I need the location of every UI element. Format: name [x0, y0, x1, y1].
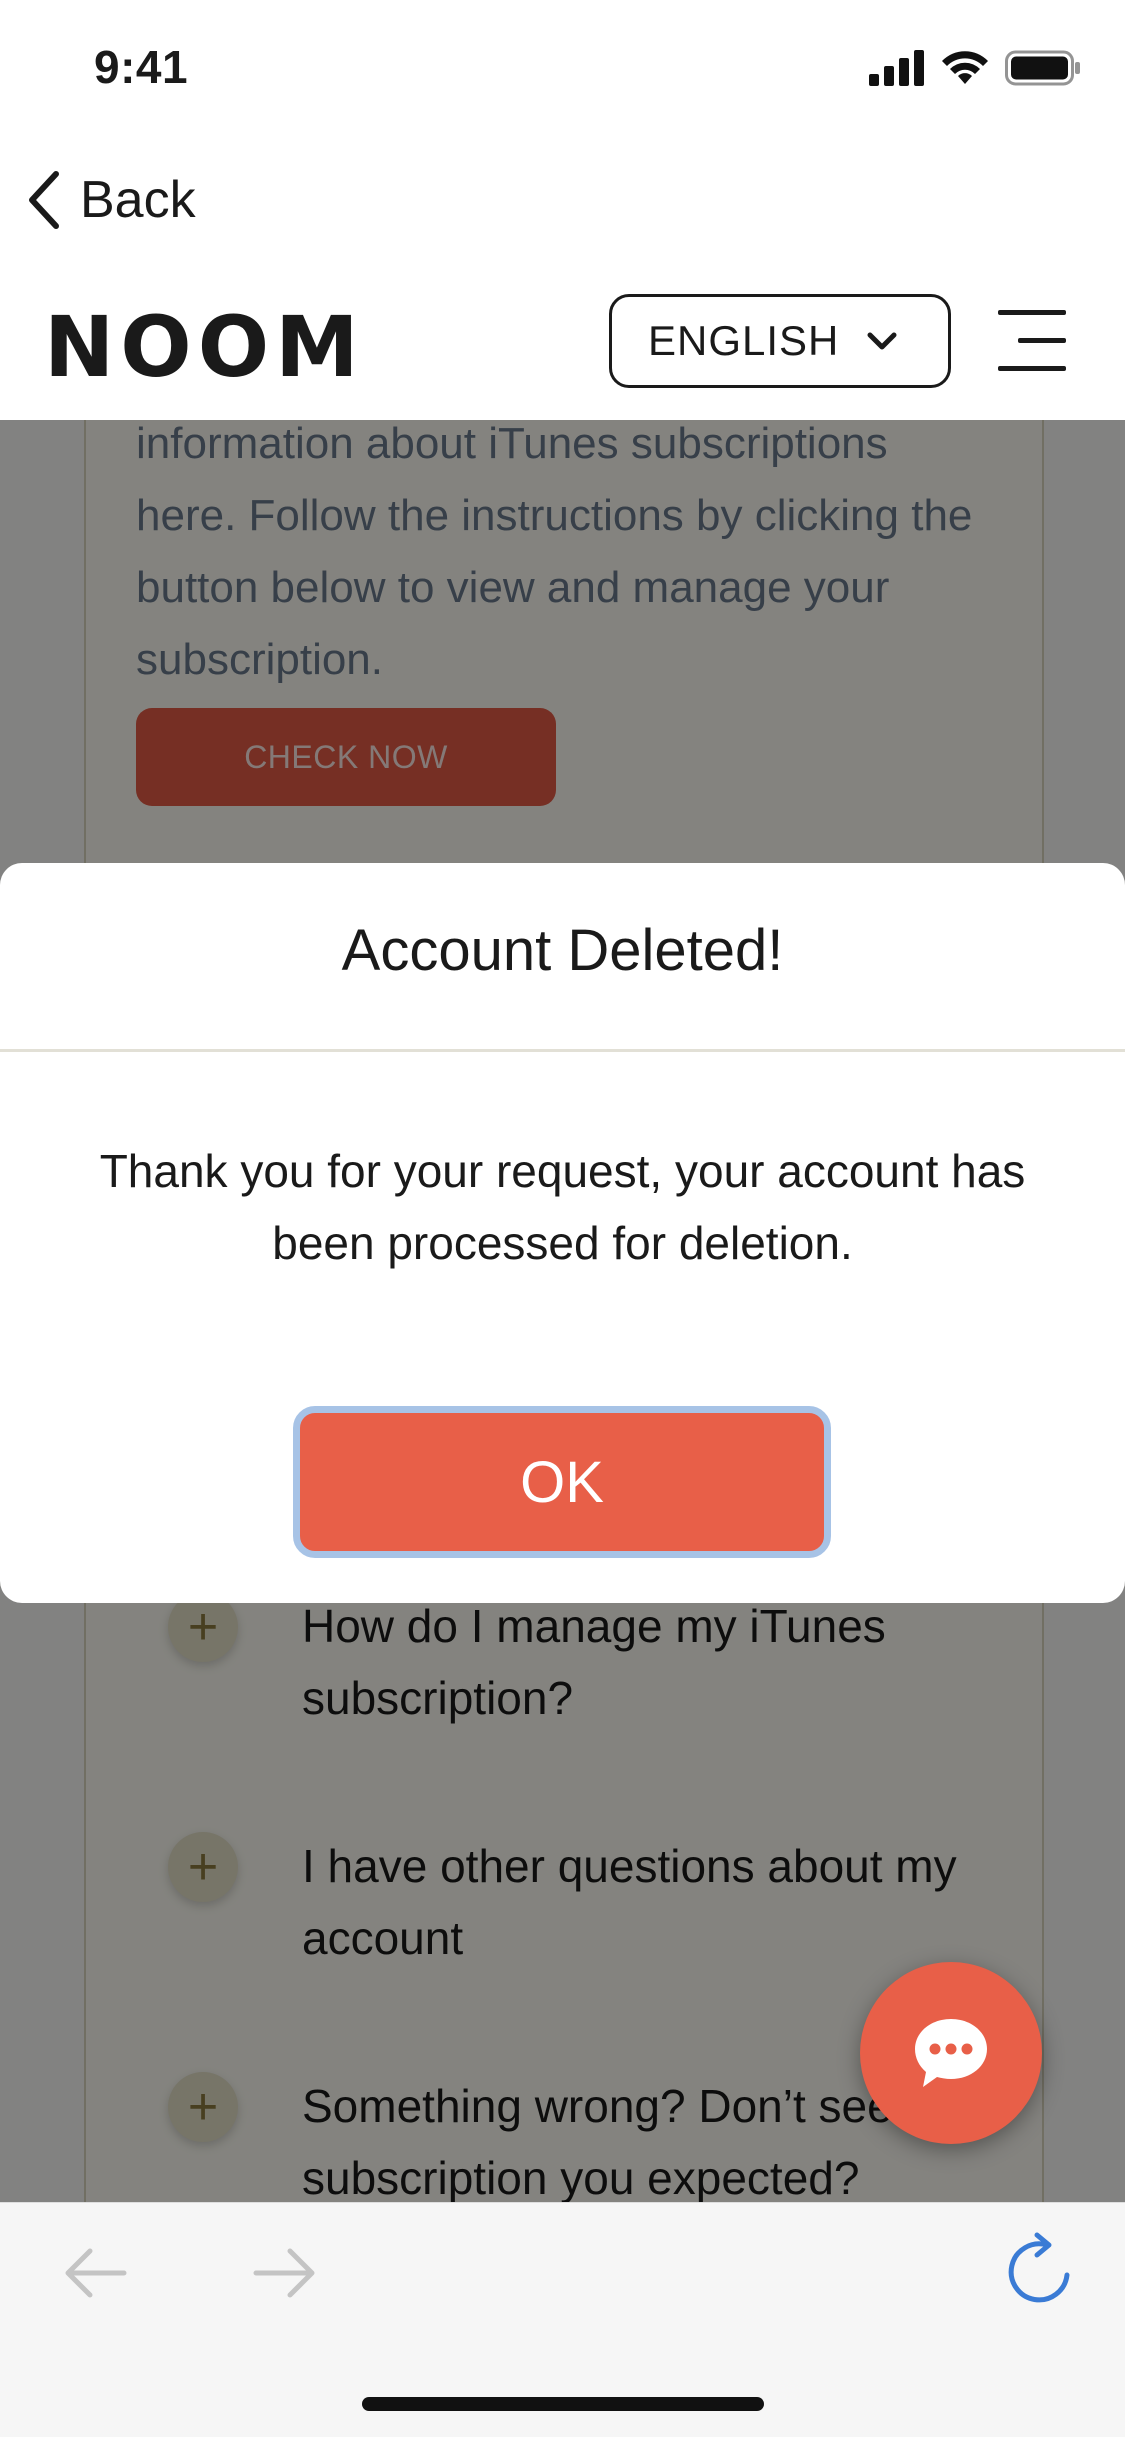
dialog-message: Thank you for your request, your account… — [99, 1145, 1026, 1269]
site-header: NOOM ENGLISH — [0, 260, 1125, 420]
status-bar: 9:41 — [0, 0, 1125, 140]
ok-button[interactable]: OK — [293, 1406, 831, 1558]
arrow-right-icon — [253, 2248, 315, 2298]
dialog-divider — [0, 1049, 1125, 1052]
battery-icon — [1005, 50, 1080, 86]
chevron-left-icon — [29, 171, 59, 229]
menu-line — [998, 310, 1066, 315]
account-deleted-dialog: Account Deleted! Thank you for your requ… — [0, 863, 1125, 1603]
browser-reload-button[interactable] — [1003, 2231, 1075, 2311]
noom-logo[interactable]: NOOM — [44, 298, 365, 396]
language-label: ENGLISH — [648, 317, 840, 364]
home-indicator — [362, 2397, 764, 2411]
back-label: Back — [80, 171, 196, 229]
hamburger-menu-button[interactable] — [998, 310, 1070, 372]
back-button[interactable]: Back — [22, 160, 196, 240]
signal-icon — [869, 50, 924, 86]
chevron-down-icon — [867, 332, 897, 350]
status-icons — [869, 50, 1081, 86]
chat-bubble-icon — [915, 2019, 987, 2087]
reload-icon — [1008, 2232, 1070, 2303]
arrow-left-icon — [65, 2248, 127, 2298]
chat-button[interactable] — [860, 1962, 1042, 2144]
navigation-row: Back — [0, 140, 1125, 260]
status-time: 9:41 — [94, 41, 189, 93]
menu-line — [1018, 338, 1066, 343]
language-select[interactable]: ENGLISH — [609, 294, 951, 388]
wifi-icon — [942, 51, 988, 84]
menu-line — [998, 366, 1066, 371]
dialog-title: Account Deleted! — [341, 918, 784, 983]
browser-forward-button[interactable] — [250, 2243, 320, 2303]
browser-back-button[interactable] — [60, 2243, 130, 2303]
browser-toolbar — [0, 2202, 1125, 2437]
